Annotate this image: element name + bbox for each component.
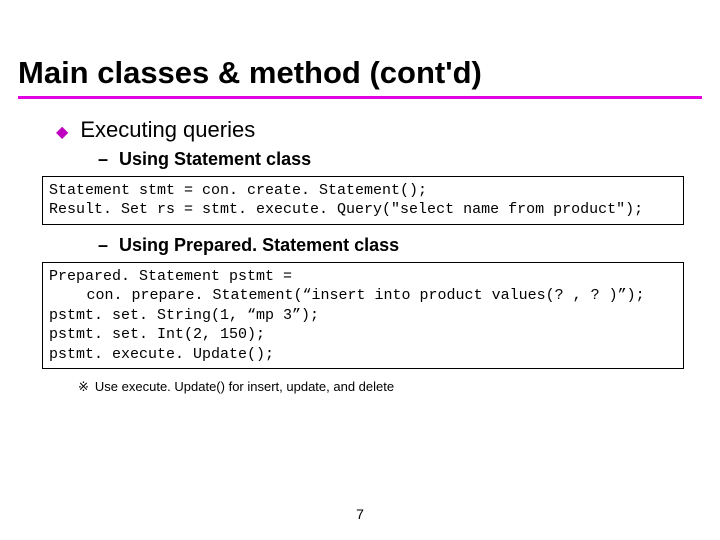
footnote-text: Use execute. Update() for insert, update… [95, 379, 394, 394]
dash-icon: – [98, 235, 108, 256]
bullet-level1: ◆ Executing queries [56, 117, 702, 143]
page-number: 7 [0, 506, 720, 522]
bullet-level2-text: Using Statement class [119, 149, 311, 169]
code-line: pstmt. execute. Update(); [49, 346, 274, 363]
bullet-level1-text: Executing queries [80, 117, 255, 143]
title-underline [18, 96, 702, 99]
bullet-level2-prepared: – Using Prepared. Statement class [98, 235, 702, 256]
code-box-prepared: Prepared. Statement pstmt = con. prepare… [42, 262, 684, 370]
code-line: con. prepare. Statement(“insert into pro… [87, 287, 645, 304]
bullet-level2-statement: – Using Statement class [98, 149, 702, 170]
slide-title: Main classes & method (cont'd) [18, 55, 702, 91]
footnote: ※ Use execute. Update() for insert, updat… [78, 379, 702, 395]
code-line: Prepared. Statement pstmt = [49, 268, 292, 285]
code-line: pstmt. set. String(1, “mp 3”); [49, 307, 319, 324]
code-line: pstmt. set. Int(2, 150); [49, 326, 265, 343]
diamond-icon: ◆ [56, 122, 68, 142]
code-box-statement: Statement stmt = con. create. Statement(… [42, 176, 684, 225]
bullet-level2-text: Using Prepared. Statement class [119, 235, 399, 255]
slide: Main classes & method (cont'd) ◆ Executi… [0, 0, 720, 540]
dash-icon: – [98, 149, 108, 170]
code-line: Result. Set rs = stmt. execute. Query("s… [49, 201, 643, 218]
code-line: Statement stmt = con. create. Statement(… [49, 182, 427, 199]
reference-mark-icon: ※ [78, 379, 89, 394]
